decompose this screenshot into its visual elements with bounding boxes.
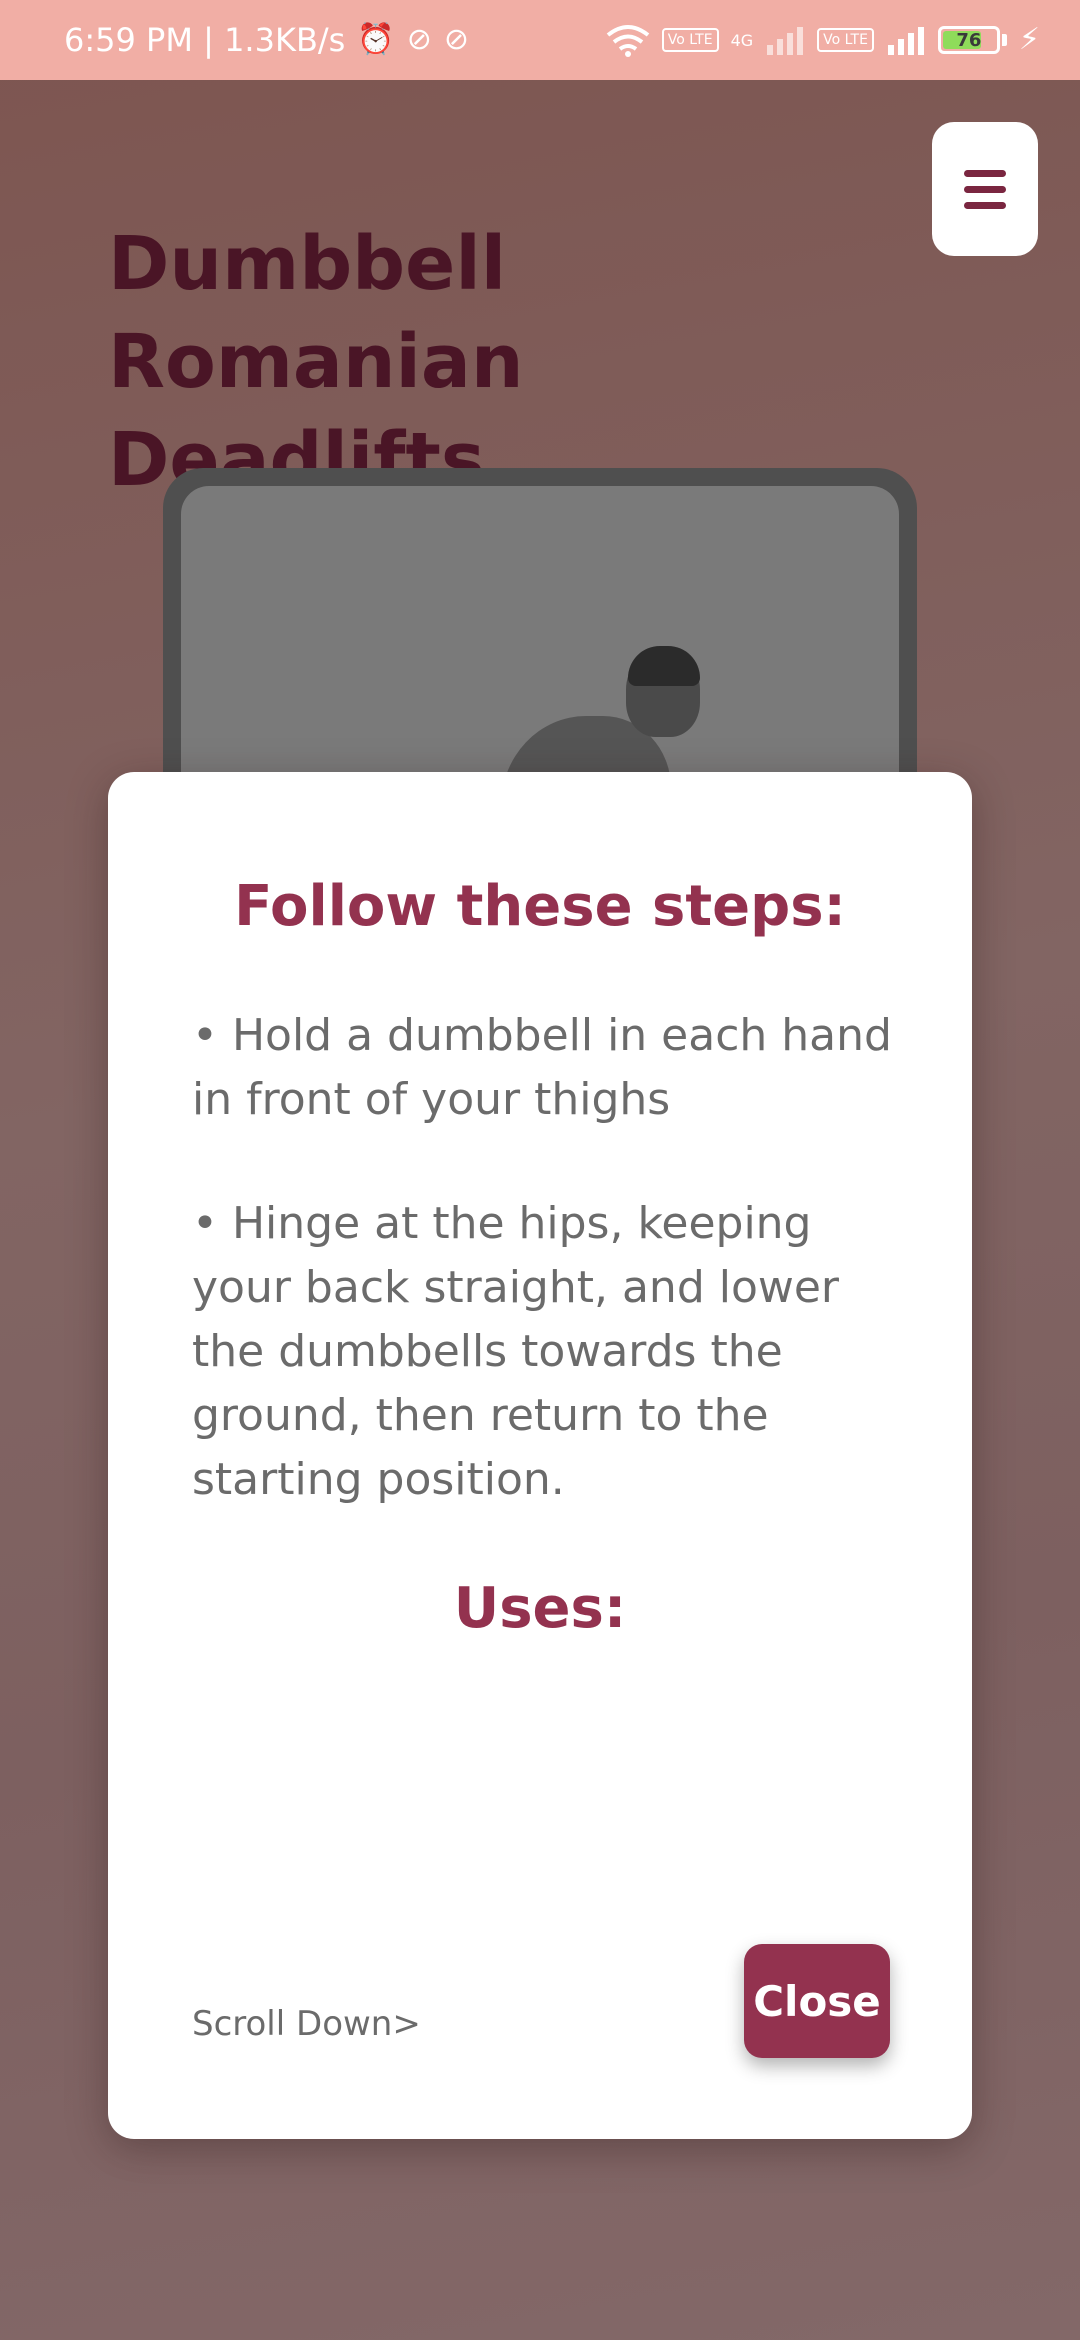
app-notification-icon: ⊘ (443, 22, 469, 57)
status-bar: 6:59 PM | 1.3KB/s ⏰ ⊘ ⊘ Vo LTE 4G Vo LTE (0, 0, 1080, 80)
hamburger-menu-icon (964, 169, 1006, 177)
signal-strength-icon (887, 27, 924, 55)
close-button[interactable]: Close (744, 1944, 890, 2058)
page-title: Dumbbell Romanian Deadlifts (108, 221, 524, 503)
signal-strength-icon (767, 27, 804, 55)
volte-badge: Vo LTE (661, 28, 719, 52)
modal-scroll-area[interactable]: • Hold a dumbbell in each hand in front … (192, 1004, 912, 1706)
network-type-label: 4G (730, 30, 754, 50)
battery-icon: 76 (937, 26, 1007, 54)
steps-heading: Follow these steps: (234, 874, 846, 939)
instructions-modal: Follow these steps: • Hold a dumbbell in… (108, 772, 972, 2139)
wifi-icon (606, 25, 650, 57)
step-item: • Hold a dumbbell in each hand in front … (192, 1010, 892, 1125)
status-right: Vo LTE 4G Vo LTE 76 ⚡ (606, 23, 1040, 57)
alarm-clock-icon: ⏰ (357, 22, 395, 57)
lightning-bolt-icon: ⚡ (1018, 22, 1040, 57)
volte-badge: Vo LTE (817, 28, 874, 52)
status-left: 6:59 PM | 1.3KB/s ⏰ ⊘ ⊘ (64, 21, 469, 59)
battery-level: 76 (956, 29, 982, 51)
uses-heading: Uses: (453, 1576, 627, 1641)
status-time-speed: 6:59 PM | 1.3KB/s (64, 21, 346, 59)
scroll-down-hint: Scroll Down> (192, 2004, 421, 2044)
uses-text: Dumbbell Romanian deadlifts strengthen t… (192, 1698, 912, 1706)
app-notification-icon: ⊘ (406, 22, 432, 57)
menu-button[interactable] (932, 122, 1038, 256)
step-item: • Hinge at the hips, keeping your back s… (192, 1198, 840, 1505)
